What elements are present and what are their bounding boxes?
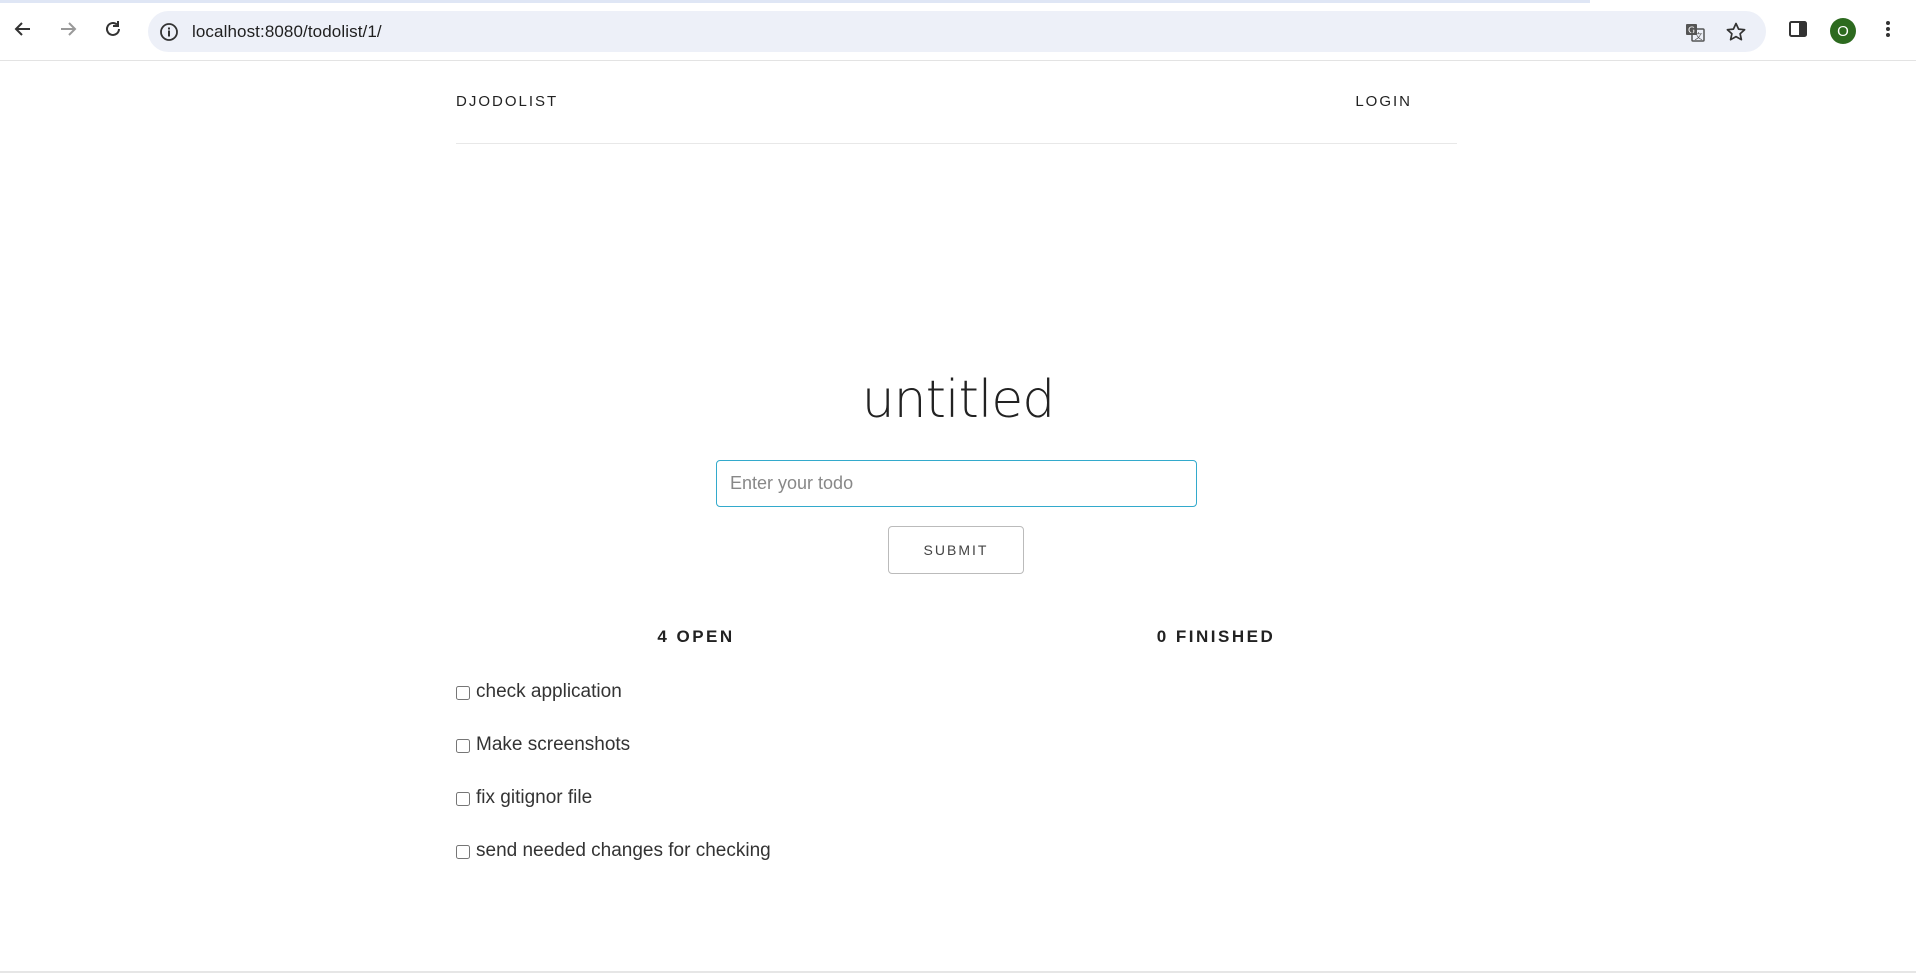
browser-menu-button[interactable] — [1869, 12, 1907, 50]
list-item: fix gitignor file — [456, 787, 592, 809]
open-heading: 4 OPEN — [657, 627, 735, 646]
list-item: send needed changes for checking — [456, 840, 771, 862]
login-link[interactable]: LOGIN — [1355, 93, 1412, 110]
page-title: untitled — [861, 370, 1056, 430]
translate-icon[interactable]: G文 — [1684, 21, 1706, 43]
list-item: Make screenshots — [456, 734, 630, 756]
bookmark-star-icon[interactable] — [1725, 21, 1747, 43]
svg-text:文: 文 — [1695, 31, 1703, 41]
todo-text: fix gitignor file — [476, 787, 593, 808]
submit-button[interactable]: SUBMIT — [888, 526, 1024, 574]
list-item: check application — [456, 681, 622, 703]
reload-icon — [103, 19, 123, 44]
todo-text: check application — [476, 681, 622, 702]
todo-checkbox[interactable] — [456, 739, 470, 753]
tab-strip-edge — [0, 0, 1590, 3]
address-bar[interactable]: localhost:8080/todolist/1/ G文 — [148, 11, 1766, 52]
site-info-icon[interactable] — [158, 21, 180, 43]
url-text[interactable]: localhost:8080/todolist/1/ — [192, 22, 382, 42]
forward-button[interactable] — [49, 12, 87, 50]
avatar: O — [1830, 18, 1856, 44]
todo-checkbox[interactable] — [456, 686, 470, 700]
todo-checkbox[interactable] — [456, 845, 470, 859]
arrow-left-icon — [13, 19, 33, 44]
todo-text: send needed changes for checking — [476, 840, 771, 861]
todo-text: Make screenshots — [476, 734, 631, 755]
profile-button[interactable]: O — [1824, 12, 1862, 50]
todo-input[interactable] — [716, 460, 1197, 507]
browser-toolbar: localhost:8080/todolist/1/ G文 O — [0, 0, 1916, 61]
site-header: DJODOLIST LOGIN — [456, 61, 1457, 144]
back-button[interactable] — [4, 12, 42, 50]
todo-checkbox[interactable] — [456, 792, 470, 806]
arrow-right-icon — [58, 19, 78, 44]
side-panel-icon — [1788, 19, 1808, 44]
reload-button[interactable] — [94, 12, 132, 50]
finished-heading: 0 FINISHED — [1156, 627, 1276, 646]
brand-link[interactable]: DJODOLIST — [456, 93, 558, 110]
more-vertical-icon — [1878, 19, 1898, 44]
side-panel-button[interactable] — [1779, 12, 1817, 50]
